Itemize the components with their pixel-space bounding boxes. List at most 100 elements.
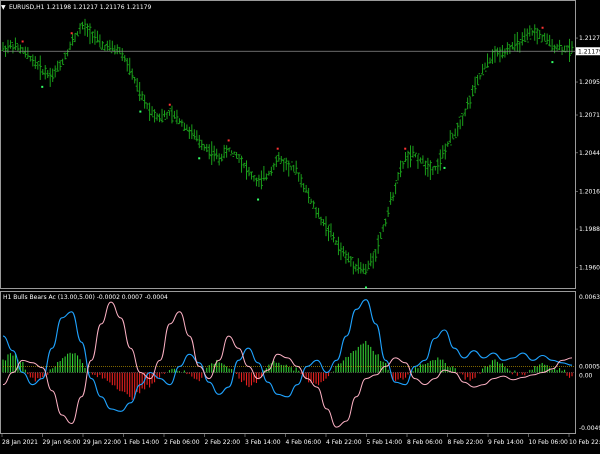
- price-scale-label: 1.21275: [579, 35, 600, 42]
- price-scale-label: 1.20955: [579, 79, 600, 86]
- fractal-up-dot: [551, 61, 553, 63]
- chart-canvas[interactable]: 1.21179 1.212751.209551.207151.204401.20…: [0, 0, 600, 450]
- time-axis-label: 1 Feb 14:00: [124, 439, 160, 446]
- price-bar: [486, 53, 489, 67]
- price-bar: [131, 69, 134, 80]
- price-bar: [367, 261, 370, 270]
- price-bar: [121, 48, 124, 61]
- price-bar: [320, 217, 323, 226]
- price-bar: [456, 123, 459, 137]
- price-bar: [173, 111, 176, 119]
- price-bar: [133, 77, 136, 84]
- price-bar: [146, 103, 149, 109]
- price-bar: [302, 183, 305, 192]
- price-bar: [546, 33, 549, 44]
- indicator-header: H1 Bulls Bears Ac (13.00,5.00) -0.0002 0…: [3, 294, 168, 301]
- price-bar: [379, 233, 382, 239]
- price-bar: [441, 145, 444, 158]
- price-bar: [526, 29, 529, 42]
- fractal-up-dot: [41, 86, 43, 88]
- price-bar: [431, 167, 434, 175]
- price-bar: [39, 56, 42, 80]
- price-bar: [151, 106, 154, 117]
- time-axis-label: 2 Feb 22:00: [205, 439, 241, 446]
- price-bar: [300, 174, 303, 187]
- blue-line: [3, 300, 572, 412]
- mt4-chart-window[interactable]: 1.21179 1.212751.209551.207151.204401.20…: [0, 0, 600, 450]
- price-bar: [205, 144, 208, 152]
- price-bar: [59, 60, 62, 70]
- price-bar: [230, 150, 233, 155]
- price-bar: [342, 246, 345, 256]
- price-bar: [86, 24, 89, 37]
- price-bar: [397, 172, 400, 183]
- price-bar: [461, 114, 464, 126]
- price-bar: [277, 152, 280, 162]
- price-bar: [357, 258, 360, 274]
- price-bar: [474, 77, 477, 94]
- price-bar: [96, 31, 99, 43]
- indicator-scale-label: -0.0049: [579, 425, 600, 432]
- price-bar: [223, 145, 226, 158]
- price-bar: [143, 95, 146, 109]
- price-bar: [71, 34, 74, 46]
- price-bar: [280, 156, 283, 164]
- price-bar: [493, 46, 496, 63]
- time-axis-label: 4 Feb 06:00: [286, 439, 322, 446]
- price-bar: [175, 110, 178, 124]
- price-bar: [439, 149, 442, 170]
- fractal-down-dot: [169, 104, 171, 106]
- price-bar: [79, 23, 82, 34]
- price-bar: [282, 159, 285, 172]
- price-bar: [372, 252, 375, 269]
- price-bar: [250, 172, 253, 180]
- indicator-scale-label: 0.0005: [579, 363, 600, 370]
- price-bar: [156, 113, 159, 120]
- price-bar: [252, 175, 255, 181]
- price-bar: [419, 157, 422, 163]
- price-bar: [382, 225, 385, 232]
- price-bar: [399, 161, 402, 178]
- pink-line: [3, 302, 572, 427]
- price-bar: [479, 74, 482, 80]
- price-bar: [561, 45, 564, 55]
- price-bar: [195, 130, 198, 141]
- price-bar: [359, 262, 362, 273]
- price-bar: [215, 149, 218, 160]
- price-bar: [270, 167, 273, 176]
- price-bar: [161, 109, 164, 123]
- price-bar: [421, 155, 424, 165]
- fractal-down-dot: [228, 139, 230, 141]
- price-bar: [352, 257, 355, 274]
- price-bar: [103, 45, 106, 52]
- price-bar: [568, 39, 571, 62]
- time-axis-label: 8 Feb 06:00: [407, 439, 443, 446]
- price-bar: [369, 253, 372, 266]
- price-bar: [498, 47, 501, 62]
- fractal-down-dot: [22, 40, 24, 42]
- price-bar: [292, 165, 295, 172]
- price-bar: [454, 129, 457, 138]
- price-bar: [180, 120, 183, 127]
- price-bar: [275, 156, 278, 167]
- main-panel-frame: [1, 1, 576, 289]
- time-axis-label: 10 Feb 06:00: [529, 439, 569, 446]
- price-bar: [414, 153, 417, 157]
- price-bar: [228, 148, 231, 152]
- fractal-down-dot: [71, 32, 73, 34]
- price-bar: [387, 207, 390, 217]
- price-bar: [389, 192, 392, 205]
- time-axis-label: 9 Feb 14:00: [488, 439, 524, 446]
- price-bar: [444, 144, 447, 160]
- price-bar: [208, 144, 211, 159]
- price-bar: [327, 225, 330, 241]
- price-bar: [528, 25, 531, 39]
- collapse-arrow-icon[interactable]: ▼: [1, 4, 6, 11]
- price-bar: [538, 30, 541, 39]
- price-bar: [163, 110, 166, 119]
- symbol-header: EURUSD,H1 1.21198 1.21217 1.21176 1.2117…: [9, 4, 151, 11]
- price-bar: [29, 56, 32, 62]
- price-bar: [213, 146, 216, 162]
- fractal-down-dot: [542, 27, 544, 29]
- fractal-down-dot: [277, 148, 279, 150]
